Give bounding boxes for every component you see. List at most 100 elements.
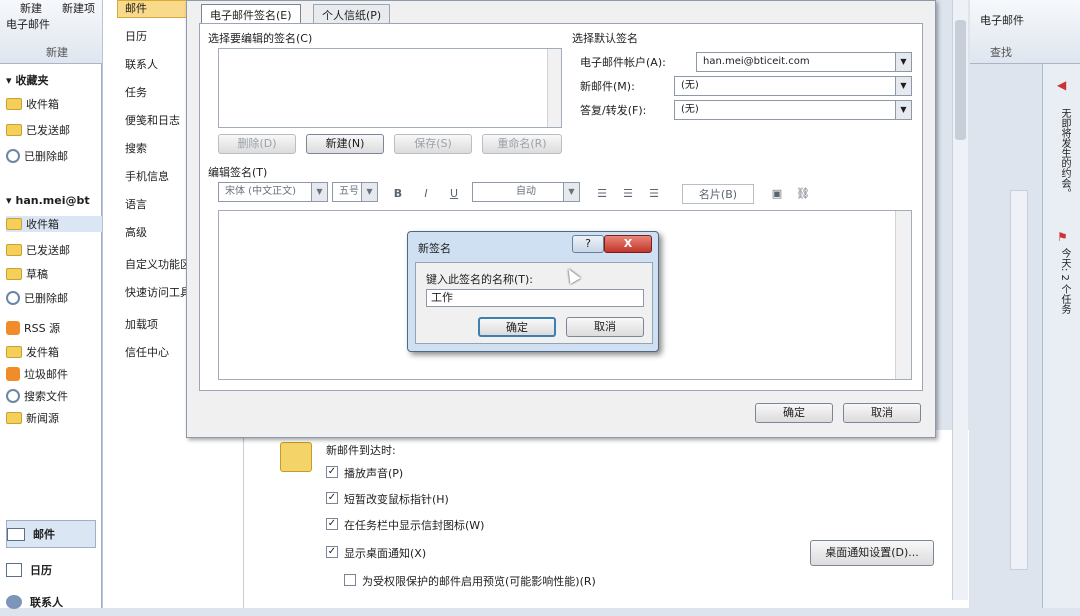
options-item-calendar[interactable]: 日历 <box>125 28 147 44</box>
todo-tasks: 今天: 2 个任务 <box>1059 248 1070 315</box>
signature-name-input[interactable]: 工作 <box>426 289 644 307</box>
align-center-icon[interactable]: ☰ <box>620 184 636 204</box>
ribbon-email-label[interactable]: 电子邮件 <box>980 12 1024 28</box>
options-item-mail[interactable]: 邮件 <box>125 0 147 16</box>
signature-list[interactable] <box>218 48 562 128</box>
folder-item[interactable]: 已发送邮 <box>6 242 102 258</box>
new-signature-button[interactable]: 新建(N) <box>306 134 384 154</box>
play-sound-checkbox[interactable]: ✓ <box>326 466 338 478</box>
close-button[interactable]: X <box>604 235 652 253</box>
italic-button[interactable]: I <box>418 184 434 204</box>
chevron-down-icon: ▼ <box>563 183 579 201</box>
options-item-advanced[interactable]: 高级 <box>125 224 147 240</box>
rename-button[interactable]: 重命名(R) <box>482 134 562 154</box>
select-signature-label: 选择要编辑的签名(C) <box>208 32 313 45</box>
folder-item[interactable]: 收件箱 <box>6 216 102 232</box>
content-scrollbar[interactable] <box>1010 190 1028 570</box>
options-item-search[interactable]: 搜索 <box>125 140 147 156</box>
new-sig-ok-button[interactable]: 确定 <box>478 317 556 337</box>
options-item-trust-center[interactable]: 信任中心 <box>125 344 169 360</box>
desktop-alert-checkbox[interactable]: ✓ <box>326 546 338 558</box>
arrow-icon: ◀ <box>1057 78 1067 92</box>
change-pointer-checkbox[interactable]: ✓ <box>326 492 338 504</box>
folder-icon <box>6 218 22 230</box>
folder-item[interactable]: 已删除邮 <box>6 290 102 306</box>
checkbox-label: 在任务栏中显示信封图标(W) <box>344 519 485 532</box>
contacts-icon <box>6 595 22 609</box>
section-title: 新邮件到达时: <box>326 444 396 457</box>
favorites-header[interactable]: ▾ 收藏夹 <box>6 72 102 88</box>
align-right-icon[interactable]: ☰ <box>646 184 662 204</box>
default-signature-header: 选择默认签名 <box>572 32 638 45</box>
folder-item[interactable]: 新闻源 <box>6 410 102 426</box>
tab-personal-stationery[interactable]: 个人信纸(P) <box>313 4 391 24</box>
dialog-ok-button[interactable]: 确定 <box>755 403 833 423</box>
save-button[interactable]: 保存(S) <box>394 134 472 154</box>
rss-icon <box>6 321 20 335</box>
help-button[interactable]: ? <box>572 235 604 253</box>
editor-scrollbar[interactable] <box>895 211 911 379</box>
font-select[interactable]: 宋体 (中文正文) ▼ <box>218 182 328 202</box>
rights-preview-checkbox[interactable] <box>344 574 356 586</box>
business-card-button[interactable]: 名片(B) <box>682 184 754 204</box>
account-label: 电子邮件帐户(A): <box>580 56 666 69</box>
folder-icon <box>6 98 22 110</box>
align-left-icon[interactable]: ☰ <box>594 184 610 204</box>
scrollbar-thumb[interactable] <box>955 20 966 140</box>
folder-item[interactable]: 搜索文件 <box>6 388 102 404</box>
underline-button[interactable]: U <box>446 184 462 204</box>
account-select[interactable]: han.mei@bticeit.com ▼ <box>696 52 912 72</box>
bold-button[interactable]: B <box>390 184 406 204</box>
new-signature-dialog: 新签名 ? X 键入此签名的名称(T): 工作 确定 取消 <box>407 231 659 352</box>
group-label: 新建 <box>46 46 68 59</box>
font-size-select[interactable]: 五号 ▼ <box>332 182 378 202</box>
dialog-cancel-button[interactable]: 取消 <box>843 403 921 423</box>
options-item-tasks[interactable]: 任务 <box>125 84 147 100</box>
list-scrollbar[interactable] <box>547 49 561 127</box>
options-item-customize-ribbon[interactable]: 自定义功能区 <box>125 256 191 272</box>
checkbox-label: 为受权限保护的邮件启用预览(可能影响性能)(R) <box>362 575 596 588</box>
nav-calendar-button[interactable]: 日历 <box>6 556 96 584</box>
folder-icon <box>6 412 22 424</box>
new-items-button[interactable]: 新建项 <box>62 0 95 16</box>
hyperlink-icon[interactable]: ⛓ <box>794 184 812 204</box>
options-item-contacts[interactable]: 联系人 <box>125 56 158 72</box>
chevron-down-icon: ▼ <box>895 77 911 95</box>
close-icon: X <box>623 237 633 250</box>
new-email-button[interactable]: 新建 <box>20 0 42 16</box>
reply-forward-select[interactable]: (无) ▼ <box>674 100 912 120</box>
new-messages-select[interactable]: (无) ▼ <box>674 76 912 96</box>
nav-contacts-button[interactable]: 联系人 <box>6 588 96 616</box>
account-header[interactable]: ▾ han.mei@bt <box>6 194 102 207</box>
new-email-label[interactable]: 电子邮件 <box>6 16 50 32</box>
folder-item[interactable]: 已删除邮 <box>6 148 102 164</box>
chevron-down-icon: ▼ <box>895 101 911 119</box>
folder-item[interactable]: 发件箱 <box>6 344 102 360</box>
tab-email-signature[interactable]: 电子邮件签名(E) <box>201 4 301 24</box>
delete-button[interactable]: 删除(D) <box>218 134 296 154</box>
new-sig-cancel-button[interactable]: 取消 <box>566 317 644 337</box>
new-messages-label: 新邮件(M): <box>580 80 635 93</box>
help-icon: ? <box>585 237 591 250</box>
font-color-select[interactable]: 自动 ▼ <box>472 182 580 202</box>
dialog-title: 新签名 <box>418 242 451 255</box>
folder-item[interactable]: 已发送邮 <box>6 122 102 138</box>
folder-item[interactable]: 草稿 <box>6 266 102 282</box>
options-item-addins[interactable]: 加载项 <box>125 316 158 332</box>
folder-item[interactable]: 收件箱 <box>6 96 102 112</box>
options-item-notes[interactable]: 便笺和日志 <box>125 112 180 128</box>
folder-item[interactable]: 垃圾邮件 <box>6 366 102 382</box>
taskbar-envelope-checkbox[interactable]: ✓ <box>326 518 338 530</box>
deleted-icon <box>6 291 20 305</box>
folder-item[interactable]: RSS 源 <box>6 320 102 336</box>
new-mail-arrival-icon <box>280 442 312 472</box>
insert-picture-icon[interactable]: ▣ <box>768 184 786 204</box>
reply-forward-label: 答复/转发(F): <box>580 104 647 117</box>
nav-mail-button[interactable]: 邮件 <box>6 520 96 548</box>
todo-bar: ◀ 无即将发生的约会。 ⚑ 今天: 2 个任务 <box>1042 64 1080 608</box>
options-item-language[interactable]: 语言 <box>125 196 147 212</box>
desktop-alert-settings-button[interactable]: 桌面通知设置(D)... <box>810 540 934 566</box>
options-item-mobile[interactable]: 手机信息 <box>125 168 169 184</box>
options-scrollbar[interactable] <box>952 0 968 600</box>
right-ribbon: 电子邮件 查找 <box>970 0 1080 64</box>
